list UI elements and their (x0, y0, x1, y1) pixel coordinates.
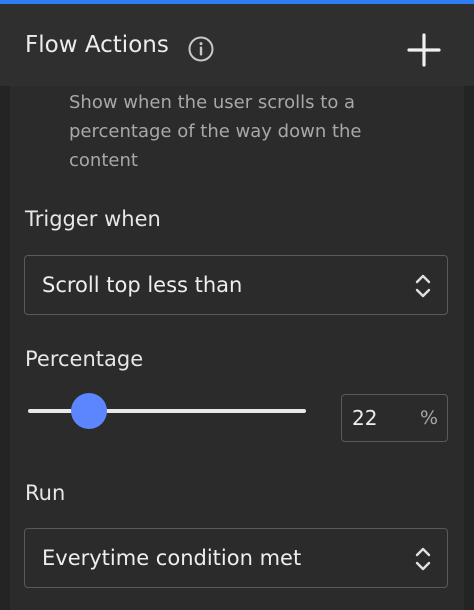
chevron-up-down-icon (415, 547, 431, 571)
percentage-label: Percentage (25, 347, 144, 371)
run-value: Everytime condition met (42, 546, 302, 570)
panel-left-edge (0, 86, 10, 610)
info-icon[interactable] (188, 36, 214, 62)
percentage-input[interactable]: 22 % (341, 394, 448, 442)
flow-actions-panel: Flow Actions Show when the user scrolls … (0, 0, 474, 610)
description-line: content (69, 150, 138, 171)
percentage-value: 22 (352, 406, 378, 430)
trigger-when-select[interactable]: Scroll top less than (24, 255, 448, 315)
chevron-up-down-icon (415, 274, 431, 298)
run-select[interactable]: Everytime condition met (24, 528, 448, 588)
scrollbar-track[interactable] (464, 86, 474, 610)
percentage-unit: % (419, 407, 438, 429)
add-button[interactable] (404, 30, 444, 70)
panel-header: Flow Actions (0, 4, 474, 86)
description-line: Show when the user scrolls to a (69, 92, 356, 113)
slider-thumb[interactable] (71, 393, 108, 429)
trigger-when-value: Scroll top less than (42, 273, 243, 297)
trigger-description: Show when the user scrolls to a percenta… (69, 86, 409, 175)
description-line: percentage of the way down the (69, 121, 362, 142)
percentage-slider[interactable] (28, 392, 308, 432)
run-label: Run (25, 481, 66, 505)
panel-title: Flow Actions (25, 32, 169, 58)
trigger-when-label: Trigger when (25, 207, 161, 231)
slider-track (28, 409, 306, 413)
